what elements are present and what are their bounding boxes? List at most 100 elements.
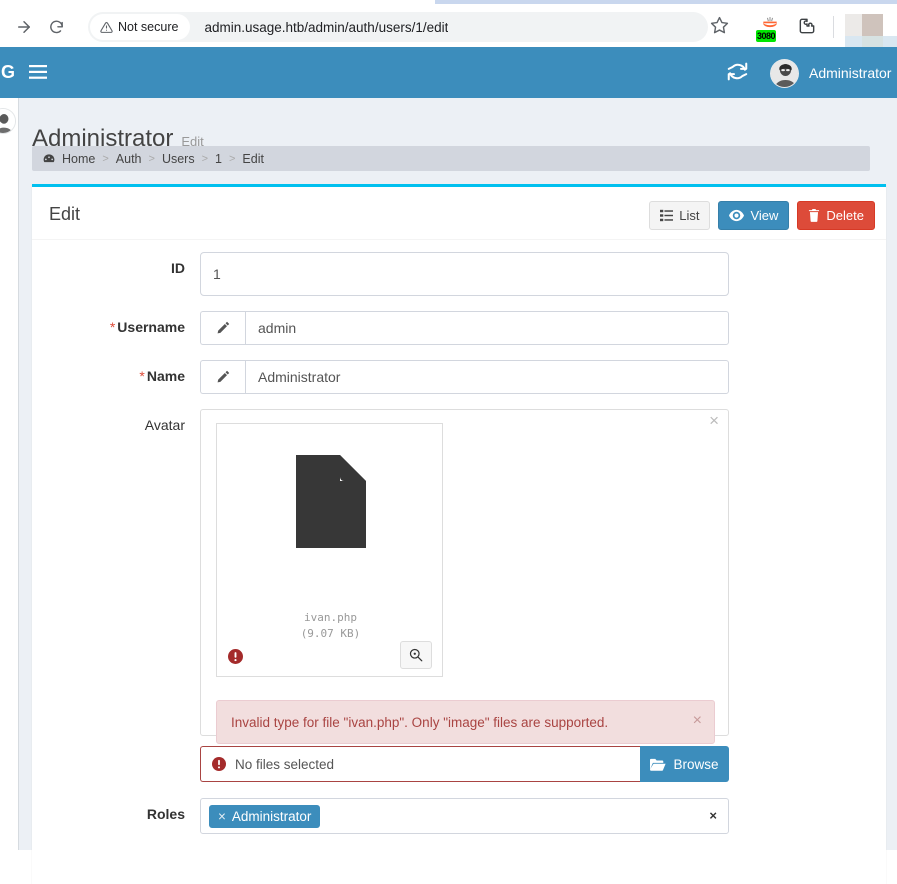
roles-field-label: Roles [146,806,185,822]
app-logo[interactable]: G [0,47,18,98]
roles-select[interactable]: × Administrator × [200,798,729,834]
username-field-label: * Username [32,311,200,345]
burp-suite-icon [763,17,777,28]
required-marker: * [109,319,116,335]
avatar-field-label: Avatar [144,417,185,433]
name-field-wrap: Administrator [200,360,729,394]
role-tag-label: Administrator [231,808,312,824]
reload-icon [49,20,63,33]
content-header: Administrator Edit Home > Auth > Users > … [19,98,897,183]
pencil-icon-glyph [217,321,230,334]
breadcrumb-item-edit: Edit [242,151,264,166]
file-name-label: ivan.php [304,611,357,624]
browse-button[interactable]: Browse [640,746,729,782]
breadcrumb-separator: > [201,152,209,165]
role-tag-remove-icon[interactable]: × [218,809,226,824]
error-circle-icon [212,757,226,771]
browse-button-label: Browse [673,756,719,772]
avatar [770,58,799,88]
file-size-label: (9.07 KB) [300,627,361,640]
sidebar-avatar-icon [0,109,15,133]
bookmark-star-button[interactable] [710,16,732,38]
id-input[interactable]: 1 [200,252,729,296]
required-marker: * [139,368,145,384]
dashboard-icon [42,152,56,166]
id-field-label: ID [171,260,185,276]
burp-suite-extension-button[interactable]: 3080 [756,12,786,42]
box-header: Edit List View Delete [32,190,886,240]
file-input-group: No files selected Browse [200,746,729,782]
hamburger-menu-icon [29,65,47,79]
extensions-button[interactable] [797,16,819,38]
refresh-icon [727,62,748,81]
file-generic-icon-glyph [295,454,366,548]
file-generic-icon [217,446,444,556]
name-label-text: Name [146,368,185,384]
navbar-refresh-button[interactable] [727,61,749,83]
list-button-label: List [679,208,700,223]
main-navbar: G Administrator [0,47,897,98]
form-row-name: * Name Administrator [32,360,886,394]
file-meta: ivan.php (9.07 KB) [217,610,444,642]
breadcrumb-separator: > [148,152,155,165]
avatar-uploader: × ivan.php (9.07 KB) Invalid type for fi… [200,409,729,782]
user-avatar-image [771,59,798,87]
pencil-icon [200,360,245,394]
folder-open-icon [650,758,667,771]
browser-profile-chip[interactable] [845,10,897,51]
arrow-forward-icon [18,21,30,33]
roles-clear-icon[interactable]: × [709,808,717,823]
profile-chip-swatch-c [883,14,897,36]
file-input-display[interactable]: No files selected [200,746,640,782]
invalid-file-alert-message: Invalid type for file "ivan.php". Only "… [231,714,609,730]
breadcrumb-item-auth[interactable]: Auth [116,152,142,166]
pencil-icon [200,311,245,345]
name-input-group: Administrator [200,360,729,394]
extension-badge-count: 3080 [756,30,777,42]
breadcrumb: Home > Auth > Users > 1 > Edit [32,146,870,171]
address-bar[interactable]: Not secure admin.usage.htb/admin/auth/us… [88,12,708,42]
username-input[interactable]: admin [245,311,729,345]
breadcrumb-item-home[interactable]: Home [62,152,95,166]
name-input[interactable]: Administrator [245,360,729,394]
zoom-in-icon [409,648,423,662]
alert-close-icon[interactable]: × [693,713,702,729]
roles-field-wrap: × Administrator × [200,798,729,834]
zoom-in-button[interactable] [400,641,432,669]
content-wrapper: Administrator Edit Home > Auth > Users > … [19,98,897,884]
username-label-text: Username [117,319,185,335]
trash-icon [809,209,820,222]
sidebar-toggle-button[interactable] [26,60,50,84]
navbar-user-menu[interactable]: Administrator [770,55,891,91]
invalid-file-alert: Invalid type for file "ivan.php". Only "… [216,700,715,744]
edit-form: ID 1 * Username admin * Name Administrat… [32,241,886,834]
security-status-chip[interactable]: Not secure [90,14,191,40]
eye-icon [729,209,745,222]
username-field-wrap: admin [200,311,729,345]
url-text: admin.usage.htb/admin/auth/users/1/edit [204,19,449,35]
error-circle-icon-glyph [212,757,226,771]
file-preview-panel: × ivan.php (9.07 KB) Invalid type for fi… [200,409,729,744]
navbar-username-label: Administrator [809,65,892,81]
list-button[interactable]: List [649,201,711,230]
name-field-label: * Name [32,360,200,394]
forward-button[interactable] [12,15,36,39]
breadcrumb-item-users[interactable]: Users [162,152,195,166]
delete-button[interactable]: Delete [797,201,875,230]
profile-chip-swatch-a [845,14,862,36]
breadcrumb-separator: > [102,152,109,165]
close-icon[interactable]: × [709,412,719,429]
pencil-icon-glyph [217,370,230,383]
breadcrumb-item-id[interactable]: 1 [215,152,222,166]
sidebar-user-panel-avatar[interactable] [0,108,16,134]
form-row-username: * Username admin [32,311,886,345]
box-title: Edit [49,204,81,224]
file-input-status-text: No files selected [235,756,335,772]
edit-box: Edit List View Delete ID 1 * Username ad… [32,184,886,884]
warning-triangle-icon [100,21,113,33]
view-button[interactable]: View [718,201,790,230]
role-tag-administrator[interactable]: × Administrator [209,804,321,828]
form-row-roles: Roles × Administrator × [32,798,886,834]
extensions-puzzle-icon [799,18,815,34]
reload-button[interactable] [44,15,68,39]
